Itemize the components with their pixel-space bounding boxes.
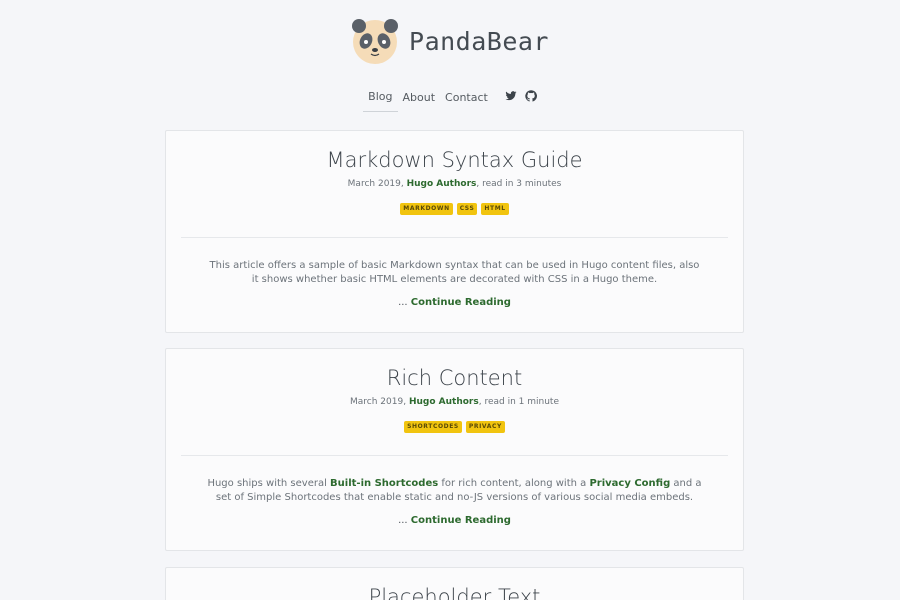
post-card: Placeholder Text (165, 567, 744, 600)
post-title[interactable]: Rich Content (166, 365, 743, 391)
read-more-ellipsis: ... (398, 515, 408, 526)
post-card: Rich Content March 2019, Hugo Authors, r… (165, 348, 744, 551)
tag-html[interactable]: HTML (481, 203, 509, 215)
post-meta: March 2019, Hugo Authors, read in 1 minu… (350, 397, 559, 407)
tag-privacy[interactable]: PRIVACY (465, 421, 505, 433)
nav-link-blog[interactable]: Blog (363, 88, 398, 112)
read-more: ... Continue Reading (166, 515, 743, 526)
nav-link-contact[interactable]: Contact (440, 89, 493, 112)
post-card: Markdown Syntax Guide March 2019, Hugo A… (165, 130, 744, 333)
site-title[interactable]: PandaBear (409, 27, 549, 56)
read-more-ellipsis: ... (398, 297, 408, 308)
post-date: March 2019 (347, 179, 401, 189)
read-more: ... Continue Reading (166, 297, 743, 308)
post-author[interactable]: Hugo Authors (407, 179, 477, 189)
tag-css[interactable]: CSS (456, 203, 478, 215)
site-header: PandaBear (0, 17, 900, 65)
post-meta: March 2019, Hugo Authors, read in 3 minu… (347, 179, 562, 189)
post-title[interactable]: Markdown Syntax Guide (166, 147, 743, 173)
post-date: March 2019 (350, 397, 404, 407)
nav-link-about[interactable]: About (398, 89, 441, 112)
tag-markdown[interactable]: MARKDOWN (400, 203, 453, 215)
twitter-icon[interactable] (505, 90, 517, 102)
post-tags: MARKDOWN CSS HTML (166, 203, 743, 215)
main-nav: Blog About Contact (0, 88, 900, 112)
divider (181, 455, 728, 456)
post-reading-time: read in 1 minute (484, 397, 559, 407)
divider (181, 237, 728, 238)
post-summary: This article offers a sample of basic Ma… (209, 260, 700, 285)
panda-logo-icon[interactable] (351, 17, 399, 65)
social-links (505, 90, 537, 110)
post-reading-time: read in 3 minutes (482, 179, 562, 189)
tag-shortcodes[interactable]: SHORTCODES (404, 421, 462, 433)
summary-text: Hugo ships with several (207, 478, 331, 489)
post-tags: SHORTCODES PRIVACY (166, 421, 743, 433)
privacy-config-link[interactable]: Privacy Config (589, 478, 670, 489)
post-title[interactable]: Placeholder Text (166, 584, 743, 600)
continue-reading-link[interactable]: Continue Reading (411, 515, 511, 526)
continue-reading-link[interactable]: Continue Reading (411, 297, 511, 308)
summary-text: for rich content, along with a (438, 478, 590, 489)
built-in-shortcodes-link[interactable]: Built-in Shortcodes (330, 478, 438, 489)
github-icon[interactable] (525, 90, 537, 102)
post-author[interactable]: Hugo Authors (409, 397, 479, 407)
post-summary: Hugo ships with several Built-in Shortco… (166, 477, 743, 505)
